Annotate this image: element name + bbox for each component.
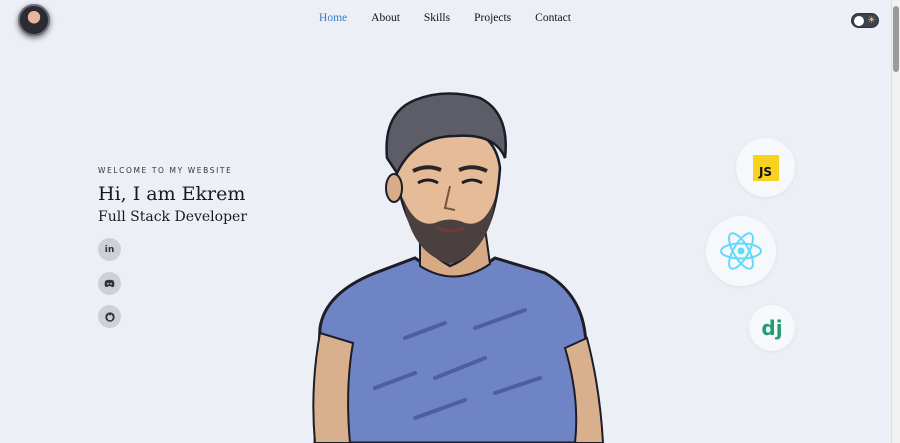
- nav-contact[interactable]: Contact: [535, 12, 571, 24]
- hero-greeting: Hi, I am Ekrem: [98, 183, 246, 205]
- main-nav: Home About Skills Projects Contact: [0, 12, 890, 24]
- nav-projects[interactable]: Projects: [474, 12, 511, 24]
- discord-button[interactable]: [98, 272, 121, 295]
- theme-toggle[interactable]: ☀: [851, 13, 879, 28]
- nav-about[interactable]: About: [371, 12, 400, 24]
- linkedin-button[interactable]: in: [98, 238, 121, 261]
- django-icon: dj: [761, 316, 783, 340]
- linkedin-icon: in: [104, 244, 115, 255]
- javascript-icon: JS: [752, 154, 779, 181]
- welcome-text: WELCOME TO MY WEBSITE: [98, 166, 233, 175]
- nav-home[interactable]: Home: [319, 12, 347, 24]
- scrollbar[interactable]: [891, 0, 900, 443]
- skill-react: [706, 216, 776, 286]
- skill-javascript: JS: [736, 138, 795, 197]
- scrollbar-thumb[interactable]: [893, 6, 899, 72]
- discord-icon: [104, 279, 115, 288]
- hero-role: Full Stack Developer: [98, 209, 248, 225]
- toggle-knob: [854, 16, 864, 26]
- skill-django: dj: [749, 305, 795, 351]
- react-icon: [720, 232, 762, 270]
- nav-skills[interactable]: Skills: [424, 12, 450, 24]
- github-button[interactable]: [98, 305, 121, 328]
- portrait-image: [312, 92, 605, 443]
- github-icon: [104, 311, 115, 322]
- sun-icon: ☀: [867, 15, 876, 26]
